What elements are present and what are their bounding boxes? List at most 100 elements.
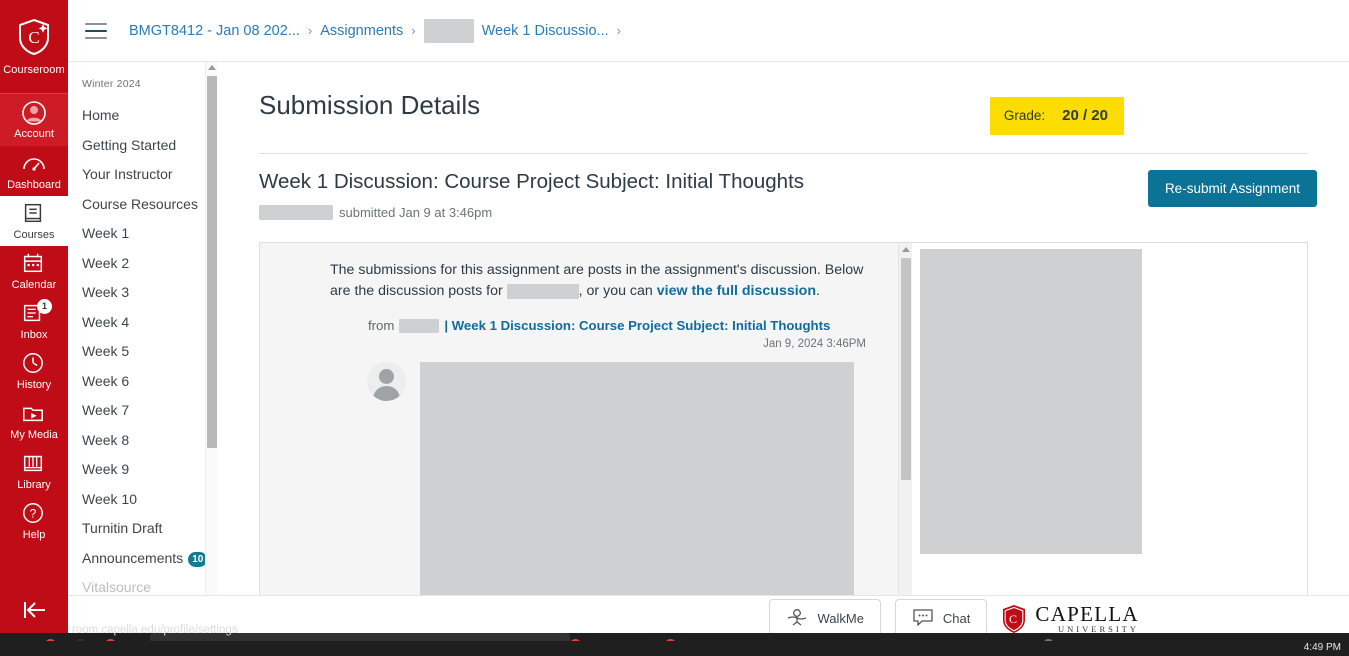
course-nav-item-week-6[interactable]: Week 6: [68, 367, 216, 397]
breadcrumb-item-week1[interactable]: Week 1 Discussio...: [482, 23, 609, 39]
course-nav-item-week-4[interactable]: Week 4: [68, 308, 216, 338]
course-nav-item-getting-started[interactable]: Getting Started: [68, 131, 216, 161]
taskbar-clock: 4:49 PM: [1303, 642, 1341, 653]
collapse-left-arrow-icon[interactable]: [0, 587, 68, 633]
course-nav-item-week-3[interactable]: Week 3: [68, 278, 216, 308]
gnav-label-inbox: Inbox: [20, 329, 48, 341]
submission-discussion-panel: The submissions for this assignment are …: [260, 243, 898, 595]
gnav-label-account: Account: [14, 128, 54, 140]
gnav-item-help[interactable]: ? Help: [0, 496, 68, 546]
gnav-label-courses: Courses: [13, 229, 55, 241]
course-nav-item-announcements[interactable]: Announcements 10: [68, 544, 216, 574]
post-author-line: from | Week 1 Discussion: Course Project…: [260, 302, 898, 333]
gnav-label-help: Help: [22, 529, 46, 541]
dashboard-gauge-icon: [21, 151, 47, 177]
course-nav-scrollbar[interactable]: [205, 62, 217, 595]
resubmit-assignment-button[interactable]: Re-submit Assignment: [1147, 170, 1317, 207]
post-body-row: [260, 350, 898, 595]
course-nav-item-your-instructor[interactable]: Your Instructor: [68, 160, 216, 190]
hamburger-menu-icon[interactable]: [85, 22, 107, 39]
brand-label: Courseroom: [3, 63, 65, 76]
course-nav-item-week-10[interactable]: Week 10: [68, 485, 216, 515]
svg-text:C: C: [28, 28, 39, 47]
gnav-item-inbox[interactable]: 1 Inbox: [0, 296, 68, 346]
assignment-info: Week 1 Discussion: Course Project Subjec…: [259, 170, 804, 220]
gnav-item-courses[interactable]: Courses: [0, 196, 68, 246]
course-name-redacted-block: [506, 283, 579, 299]
course-nav-item-course-resources[interactable]: Course Resources: [68, 190, 216, 220]
scrollbar-thumb[interactable]: [207, 76, 217, 448]
course-nav-item-week-1[interactable]: Week 1: [68, 219, 216, 249]
capella-shield-icon: C: [17, 18, 51, 61]
course-nav-label-announcements: Announcements: [82, 549, 184, 566]
gnav-item-library[interactable]: Library: [0, 446, 68, 496]
assignment-header-row: Week 1 Discussion: Course Project Subjec…: [218, 154, 1349, 220]
breadcrumb-separator-2: ›: [411, 23, 416, 38]
course-nav-item-home[interactable]: Home: [68, 101, 216, 131]
breadcrumb-separator-3: ›: [616, 23, 621, 38]
my-media-play-icon: [21, 401, 47, 427]
walkme-icon: [786, 608, 808, 629]
course-navigation: Winter 2024 Home Getting Started Your In…: [68, 62, 216, 595]
breadcrumb-item-assignments[interactable]: Assignments: [320, 23, 403, 39]
submission-scroll-up-arrow-icon[interactable]: [902, 247, 910, 252]
gnav-item-calendar[interactable]: Calendar: [0, 246, 68, 296]
svg-text:C: C: [1009, 612, 1017, 626]
gnav-item-account[interactable]: Account: [0, 94, 68, 146]
library-books-icon: [21, 451, 47, 477]
os-taskbar: 4:49 PM: [0, 641, 1349, 656]
post-title-link[interactable]: | Week 1 Discussion: Course Project Subj…: [444, 318, 830, 333]
submission-intro-text: The submissions for this assignment are …: [260, 243, 898, 302]
gnav-label-calendar: Calendar: [11, 279, 57, 291]
page-title: Submission Details: [259, 90, 481, 120]
course-nav-item-week-5[interactable]: Week 5: [68, 337, 216, 367]
assignment-submitted-line: submitted Jan 9 at 3:46pm: [259, 205, 804, 220]
course-nav-item-week-2[interactable]: Week 2: [68, 249, 216, 279]
gnav-label-dashboard: Dashboard: [7, 179, 61, 191]
gnav-item-my-media[interactable]: My Media: [0, 396, 68, 446]
chat-bubble-icon: [912, 608, 934, 629]
history-clock-icon: [21, 351, 47, 377]
gnav-item-dashboard[interactable]: Dashboard: [0, 146, 68, 196]
avatar: [367, 362, 406, 401]
gnav-item-history[interactable]: History: [0, 346, 68, 396]
top-breadcrumb-bar: BMGT8412 - Jan 08 202... › Assignments ›…: [68, 0, 1349, 62]
capella-shield-logo-icon: C: [1003, 604, 1026, 633]
submission-scrollbar[interactable]: [898, 243, 912, 595]
post-author-redacted-block: [399, 318, 440, 333]
view-full-discussion-link[interactable]: view the full discussion: [657, 283, 816, 299]
help-question-icon: ?: [21, 501, 47, 527]
chat-label: Chat: [942, 611, 971, 626]
walkme-label: WalkMe: [817, 611, 864, 626]
breadcrumb: BMGT8412 - Jan 08 202... › Assignments ›…: [129, 18, 621, 43]
gnav-label-my-media: My Media: [10, 429, 58, 441]
grade-badge: Grade: 20 / 20: [989, 97, 1124, 135]
courseroom-brand[interactable]: C Courseroom: [0, 0, 68, 94]
global-navigation: C Courseroom Account Dashboard Courses C…: [0, 0, 68, 633]
submission-preview-frame: The submissions for this assignment are …: [259, 242, 1308, 595]
course-nav-item-week-9[interactable]: Week 9: [68, 455, 216, 485]
post-content-redacted-block: [420, 362, 854, 595]
course-nav-item-week-8[interactable]: Week 8: [68, 426, 216, 456]
post-timestamp: Jan 9, 2024 3:46PM: [763, 338, 866, 350]
calendar-icon: [21, 251, 47, 277]
breadcrumb-redacted-block: [423, 18, 474, 43]
submission-scrollbar-thumb[interactable]: [901, 258, 911, 480]
submission-side-panel: [912, 243, 1307, 595]
breadcrumb-separator-1: ›: [307, 23, 313, 38]
breadcrumb-item-course[interactable]: BMGT8412 - Jan 08 202...: [129, 23, 300, 39]
intro-part-2: , or you can: [578, 283, 653, 299]
student-name-redacted-block: [259, 205, 333, 220]
capella-logo-name: CAPELLA: [1035, 601, 1139, 626]
gnav-label-history: History: [16, 379, 52, 391]
gnav-label-library: Library: [17, 479, 51, 491]
course-nav-item-turnitin-draft[interactable]: Turnitin Draft: [68, 514, 216, 544]
post-from-label: from: [368, 318, 395, 333]
scroll-up-arrow-icon[interactable]: [208, 65, 216, 70]
assignment-submitted-text: submitted Jan 9 at 3:46pm: [339, 205, 493, 220]
grade-label: Grade:: [1003, 108, 1046, 123]
course-nav-item-week-7[interactable]: Week 7: [68, 396, 216, 426]
grade-value: 20 / 20: [1062, 107, 1108, 124]
svg-text:?: ?: [30, 507, 37, 521]
course-nav-item-vitalsource[interactable]: Vitalsource: [68, 573, 216, 595]
